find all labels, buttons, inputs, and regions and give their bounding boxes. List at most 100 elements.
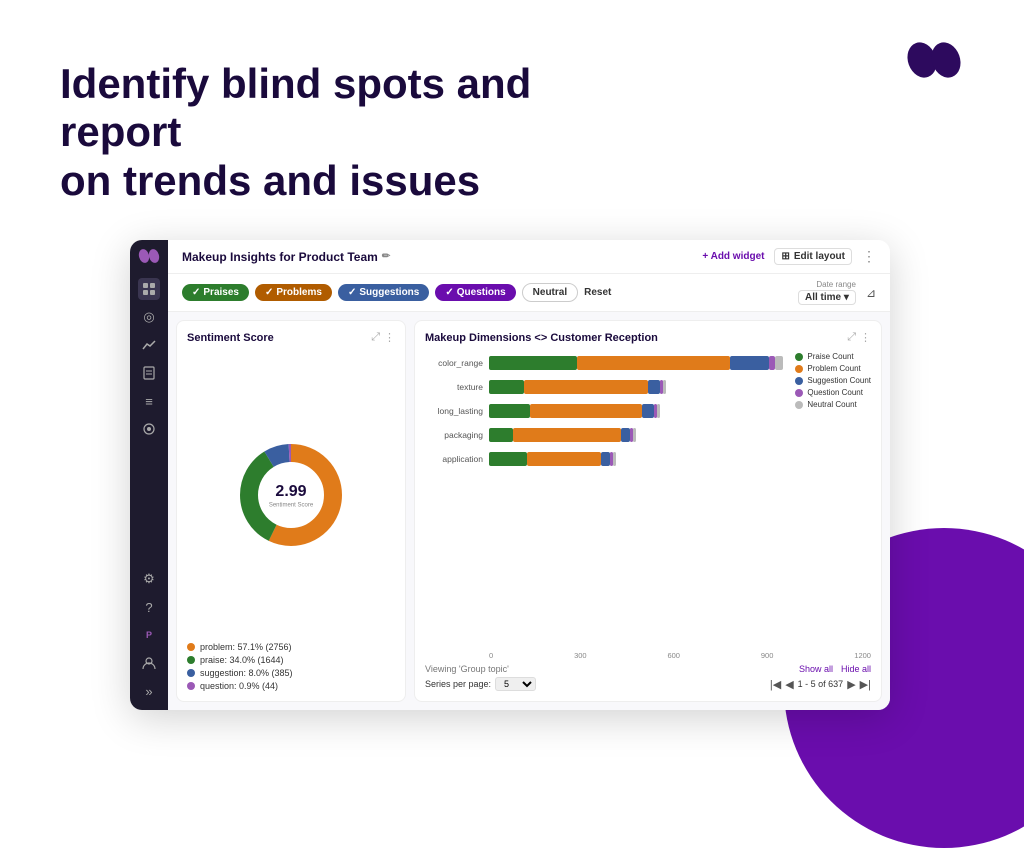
bar-row: texture <box>425 376 783 398</box>
bar-track <box>489 356 783 370</box>
expand-icon[interactable]: ⤢ <box>371 331 380 344</box>
reset-button[interactable]: Reset <box>584 287 611 298</box>
svg-text:Sentiment Score: Sentiment Score <box>269 503 314 509</box>
bar-segment <box>489 380 524 394</box>
bar-segment <box>642 404 654 418</box>
hide-all-link[interactable]: Hide all <box>841 664 871 674</box>
bar-row: packaging <box>425 424 783 446</box>
sentiment-panel-header: Sentiment Score ⤢ ⋮ <box>187 331 395 344</box>
edit-layout-button[interactable]: ⊞Edit layout <box>774 248 852 265</box>
bar-track <box>489 380 783 394</box>
sidebar-item-expand[interactable]: » <box>138 680 160 702</box>
bar-question-dot <box>795 389 803 397</box>
bar-panel-header: Makeup Dimensions <> Customer Reception … <box>425 331 871 344</box>
donut-chart: 2.99 Sentiment Score <box>187 356 395 634</box>
sidebar-bottom: ⚙ ? P » <box>138 568 160 702</box>
sidebar-item-target[interactable]: ◎ <box>138 306 160 328</box>
bar-legend-suggestion: Suggestion Count <box>795 376 871 385</box>
sidebar-item-dashboard[interactable] <box>138 278 160 300</box>
bar-segment <box>577 356 730 370</box>
hero-title: Identify blind spots and report on trend… <box>60 60 620 205</box>
bar-legend-neutral: Neutral Count <box>795 400 871 409</box>
last-page-button[interactable]: ▶| <box>860 678 871 691</box>
praise-dot <box>187 656 195 664</box>
topbar-actions: + Add widget ⊞Edit layout ⋮ <box>702 248 876 265</box>
prev-page-button[interactable]: ◀ <box>785 678 793 691</box>
date-range-select[interactable]: All time ▾ <box>798 290 856 305</box>
filter-chip-questions[interactable]: ✓Questions <box>435 284 515 301</box>
filter-chip-neutral[interactable]: Neutral <box>522 283 578 302</box>
bar-segment <box>621 428 630 442</box>
filter-chip-suggestions[interactable]: ✓Suggestions <box>338 284 429 301</box>
legend-problem: problem: 57.1% (2756) <box>187 642 395 652</box>
bar-row-label: application <box>425 454 483 464</box>
bar-track <box>489 428 783 442</box>
bar-track <box>489 404 783 418</box>
sidebar-item-docs[interactable] <box>138 362 160 384</box>
bar-row-label: texture <box>425 382 483 392</box>
bar-segment <box>769 356 775 370</box>
bar-row: application <box>425 448 783 470</box>
bar-more-icon[interactable]: ⋮ <box>860 331 871 344</box>
bar-segment <box>489 404 530 418</box>
sentiment-more-icon[interactable]: ⋮ <box>384 331 395 344</box>
bar-expand-icon[interactable]: ⤢ <box>847 331 856 344</box>
bar-segment <box>663 380 666 394</box>
panels-row: Sentiment Score ⤢ ⋮ <box>168 312 890 710</box>
next-page-button[interactable]: ▶ <box>847 678 855 691</box>
sidebar: ◎ ≡ ⚙ ? P <box>130 240 168 710</box>
legend-question: question: 0.9% (44) <box>187 681 395 691</box>
svg-text:2.99: 2.99 <box>275 483 306 500</box>
show-hide-links: Show all Hide all <box>799 664 871 674</box>
filter-chip-problems[interactable]: ✓Problems <box>255 284 332 301</box>
edit-title-pencil[interactable]: ✏ <box>382 251 390 262</box>
bar-segment <box>527 452 601 466</box>
legend-suggestion: suggestion: 8.0% (385) <box>187 668 395 678</box>
bar-segment <box>489 356 577 370</box>
sidebar-item-settings[interactable]: ⚙ <box>138 568 160 590</box>
sidebar-item-user[interactable] <box>138 652 160 674</box>
bar-suggestion-dot <box>795 377 803 385</box>
add-widget-button[interactable]: + Add widget <box>702 251 764 262</box>
bar-segment <box>489 452 527 466</box>
more-options-button[interactable]: ⋮ <box>862 248 876 265</box>
sidebar-item-product[interactable]: P <box>138 624 160 646</box>
bar-row: long_lasting <box>425 400 783 422</box>
bar-segment <box>530 404 642 418</box>
bar-panel-icons: ⤢ ⋮ <box>847 331 871 344</box>
bar-row: color_range <box>425 352 783 374</box>
bar-row-label: long_lasting <box>425 406 483 416</box>
series-per-page-select[interactable]: 5 10 <box>495 677 536 691</box>
bar-panel-pagination: Series per page: 5 10 |◀ ◀ 1 - 5 of 637 … <box>425 677 871 691</box>
dashboard-title: Makeup Insights for Product Team ✏ <box>182 250 694 264</box>
suggestion-dot <box>187 669 195 677</box>
sidebar-item-help[interactable]: ? <box>138 596 160 618</box>
bar-legend-praise: Praise Count <box>795 352 871 361</box>
bar-segment <box>633 428 636 442</box>
bar-segment <box>648 380 660 394</box>
sidebar-item-trends[interactable] <box>138 334 160 356</box>
sidebar-item-circle[interactable] <box>138 418 160 440</box>
bar-row-label: color_range <box>425 358 483 368</box>
dashboard: ◎ ≡ ⚙ ? P <box>130 240 890 710</box>
bar-legend-question: Question Count <box>795 388 871 397</box>
sentiment-legend: problem: 57.1% (2756) praise: 34.0% (164… <box>187 642 395 691</box>
bar-chart-panel: Makeup Dimensions <> Customer Reception … <box>414 320 882 702</box>
bar-segment <box>613 452 616 466</box>
bar-segment <box>775 356 784 370</box>
filter-chip-praises[interactable]: ✓Praises <box>182 284 249 301</box>
x-axis-labels: 0 300 600 900 1200 <box>489 651 871 660</box>
bar-track <box>489 452 783 466</box>
bar-praise-dot <box>795 353 803 361</box>
show-all-link[interactable]: Show all <box>799 664 833 674</box>
filter-icon[interactable]: ⊿ <box>866 286 876 300</box>
sentiment-panel: Sentiment Score ⤢ ⋮ <box>176 320 406 702</box>
bar-segment <box>524 380 648 394</box>
bar-neutral-dot <box>795 401 803 409</box>
sidebar-item-list[interactable]: ≡ <box>138 390 160 412</box>
bar-problem-dot <box>795 365 803 373</box>
bar-segment <box>601 452 610 466</box>
bar-segment <box>657 404 660 418</box>
first-page-button[interactable]: |◀ <box>770 678 781 691</box>
topbar: Makeup Insights for Product Team ✏ + Add… <box>168 240 890 274</box>
